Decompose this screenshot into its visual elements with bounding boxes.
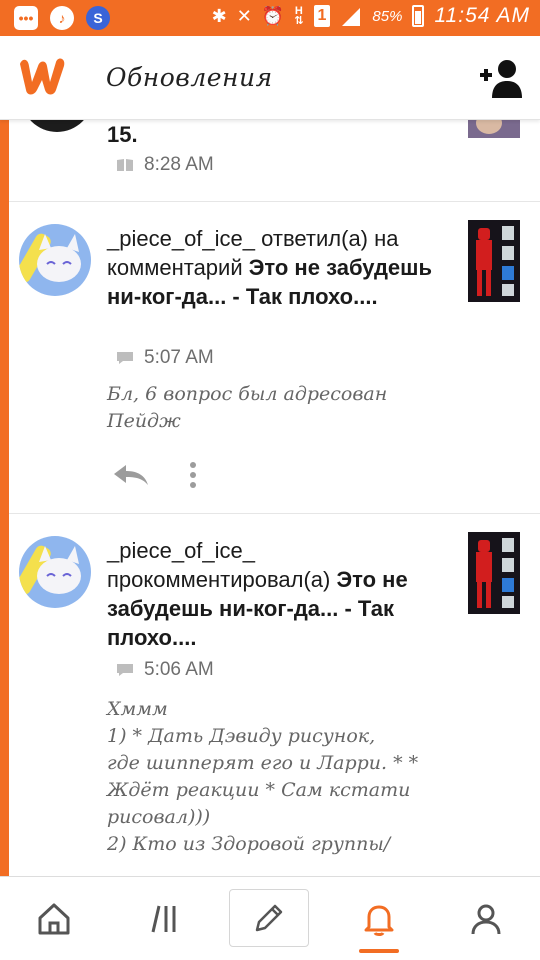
notification-meta: 8:28 AM [116, 154, 214, 176]
notifications-feed[interactable]: 15. 8:28 AM _piece_of_ice_ ответил(а) на… [0, 120, 540, 876]
avatar[interactable] [19, 536, 91, 608]
unread-indicator [0, 120, 9, 876]
timestamp: 5:07 AM [144, 347, 214, 368]
write-icon [255, 904, 283, 932]
bluetooth-icon: ✱ [211, 6, 227, 26]
story-thumbnail[interactable] [468, 532, 520, 614]
story-thumbnail[interactable] [468, 220, 520, 302]
username[interactable]: _piece_of_ice_ [107, 226, 255, 251]
notifications-icon [364, 905, 394, 936]
comment-line: где шипперят его и Ларри. * * [107, 752, 419, 774]
bottom-navigation [0, 876, 540, 960]
nav-library[interactable] [124, 877, 204, 960]
nav-home[interactable] [14, 877, 94, 960]
book-icon [117, 159, 133, 171]
status-bar: ••• ♪ S ✱ ✕ ⏰ H ⇅ 1 85% 11:54 AM [0, 0, 540, 36]
home-icon [38, 903, 70, 935]
signal-icon [342, 8, 361, 26]
comment-line: рисовал))) [107, 806, 211, 828]
alarm-icon: ⏰ [261, 6, 285, 26]
messages-icon: ••• [14, 6, 38, 30]
profile-icon [471, 904, 501, 935]
comment-actions [113, 462, 197, 488]
nav-profile[interactable] [446, 877, 526, 960]
comment-line: Ждёт реакции * Сам кстати [107, 779, 411, 801]
comment-line: 2) Кто из Здоровой группы/ [107, 833, 391, 855]
comment-icon [117, 664, 133, 676]
clock: 11:54 AM [434, 4, 530, 27]
comment-line: Хммм [107, 698, 168, 720]
more-options-icon[interactable] [189, 462, 197, 488]
sim-badge: 1 [313, 5, 331, 27]
avatar[interactable] [19, 224, 91, 296]
comment-line: 1) * Дать Дэвиду рисунок, [107, 725, 376, 747]
username[interactable]: _piece_of_ice_ [107, 538, 255, 563]
wattpad-logo[interactable] [16, 54, 70, 98]
notification-meta: 5:06 AM [116, 659, 214, 681]
notification-text: 15. [107, 122, 138, 147]
reply-icon[interactable] [113, 464, 149, 486]
battery-percent: 85% [372, 7, 403, 25]
story-thumbnail[interactable] [468, 120, 520, 138]
nav-notifications[interactable] [339, 877, 419, 960]
notification-text: _piece_of_ice_ ответил(а) на комментарий… [107, 224, 457, 311]
network-type: H ⇅ [294, 5, 304, 27]
action-text: прокомментировал(а) [107, 567, 331, 592]
comment-text: Бл, 6 вопрос был адресован Пейдж [107, 383, 388, 432]
timestamp: 8:28 AM [144, 154, 214, 175]
comment-icon [117, 352, 133, 364]
battery-icon [412, 5, 425, 27]
comment-text: Хммм 1) * Дать Дэвиду рисунок, где шиппе… [107, 696, 467, 858]
notification-item[interactable]: 15. 8:28 AM [9, 120, 540, 202]
mute-icon: ✕ [236, 6, 252, 26]
add-user-icon[interactable] [478, 58, 524, 98]
music-icon: ♪ [50, 6, 74, 30]
notification-meta: 5:07 AM [116, 347, 214, 369]
timestamp: 5:06 AM [144, 659, 214, 680]
notification-item[interactable]: _piece_of_ice_ прокомментировал(а) Это н… [9, 514, 540, 876]
notification-item[interactable]: _piece_of_ice_ ответил(а) на комментарий… [9, 202, 540, 514]
nav-write[interactable] [229, 889, 309, 947]
notification-text: _piece_of_ice_ прокомментировал(а) Это н… [107, 536, 457, 652]
active-tab-indicator [359, 949, 399, 953]
page-title: Обновления [106, 63, 273, 92]
vpn-icon: S [86, 6, 110, 30]
avatar[interactable] [21, 120, 93, 132]
app-header: Обновления [0, 36, 540, 120]
library-icon [151, 905, 176, 933]
